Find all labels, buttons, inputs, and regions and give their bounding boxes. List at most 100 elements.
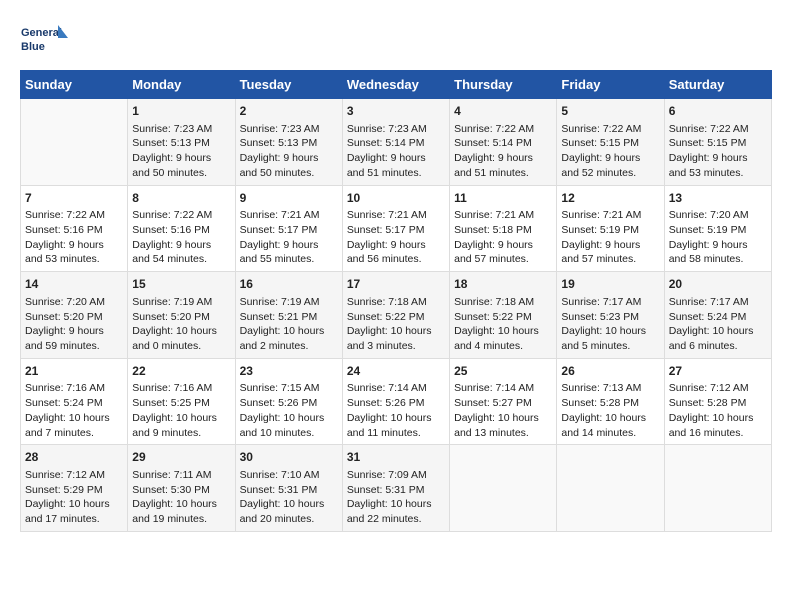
cell-content: Sunrise: 7:21 AM Sunset: 5:17 PM Dayligh… [240, 208, 338, 267]
day-number: 16 [240, 276, 338, 293]
cell-content: Sunrise: 7:19 AM Sunset: 5:21 PM Dayligh… [240, 295, 338, 354]
calendar-cell: 1 Sunrise: 7:23 AM Sunset: 5:13 PM Daylig… [128, 99, 235, 186]
calendar-cell: 28 Sunrise: 7:12 AM Sunset: 5:29 PM Dayli… [21, 445, 128, 532]
calendar-table: SundayMondayTuesdayWednesdayThursdayFrid… [20, 70, 772, 532]
cell-content: Sunrise: 7:23 AM Sunset: 5:13 PM Dayligh… [132, 122, 230, 181]
svg-text:Blue: Blue [21, 41, 45, 53]
header-thursday: Thursday [450, 71, 557, 99]
header-saturday: Saturday [664, 71, 771, 99]
calendar-cell: 29 Sunrise: 7:11 AM Sunset: 5:30 PM Dayli… [128, 445, 235, 532]
day-number: 12 [561, 190, 659, 207]
logo-svg: General Blue [20, 20, 70, 60]
day-number: 8 [132, 190, 230, 207]
day-number: 15 [132, 276, 230, 293]
calendar-cell: 20 Sunrise: 7:17 AM Sunset: 5:24 PM Dayli… [664, 272, 771, 359]
calendar-week-4: 21Sunrise: 7:16 AM Sunset: 5:24 PM Dayli… [21, 358, 772, 445]
day-number: 24 [347, 363, 445, 380]
day-number: 4 [454, 103, 552, 120]
cell-content: Sunrise: 7:20 AM Sunset: 5:19 PM Dayligh… [669, 208, 767, 267]
calendar-cell: 4 Sunrise: 7:22 AM Sunset: 5:14 PM Daylig… [450, 99, 557, 186]
calendar-header-row: SundayMondayTuesdayWednesdayThursdayFrid… [21, 71, 772, 99]
calendar-week-5: 28 Sunrise: 7:12 AM Sunset: 5:29 PM Dayli… [21, 445, 772, 532]
day-number: 11 [454, 190, 552, 207]
calendar-cell: 21Sunrise: 7:16 AM Sunset: 5:24 PM Dayli… [21, 358, 128, 445]
cell-content: Sunrise: 7:12 AM Sunset: 5:28 PM Dayligh… [669, 381, 767, 440]
cell-content: Sunrise: 7:17 AM Sunset: 5:23 PM Dayligh… [561, 295, 659, 354]
cell-content: Sunrise: 7:22 AM Sunset: 5:14 PM Dayligh… [454, 122, 552, 181]
calendar-cell [450, 445, 557, 532]
calendar-cell: 14Sunrise: 7:20 AM Sunset: 5:20 PM Dayli… [21, 272, 128, 359]
calendar-cell: 23Sunrise: 7:15 AM Sunset: 5:26 PM Dayli… [235, 358, 342, 445]
cell-content: Sunrise: 7:23 AM Sunset: 5:13 PM Dayligh… [240, 122, 338, 181]
day-number: 14 [25, 276, 123, 293]
day-number: 10 [347, 190, 445, 207]
day-number: 7 [25, 190, 123, 207]
calendar-cell: 8Sunrise: 7:22 AM Sunset: 5:16 PM Daylig… [128, 185, 235, 272]
day-number: 21 [25, 363, 123, 380]
calendar-cell: 19 Sunrise: 7:17 AM Sunset: 5:23 PM Dayli… [557, 272, 664, 359]
day-number: 6 [669, 103, 767, 120]
calendar-cell: 16 Sunrise: 7:19 AM Sunset: 5:21 PM Dayli… [235, 272, 342, 359]
header-tuesday: Tuesday [235, 71, 342, 99]
cell-content: Sunrise: 7:17 AM Sunset: 5:24 PM Dayligh… [669, 295, 767, 354]
calendar-week-1: 1 Sunrise: 7:23 AM Sunset: 5:13 PM Daylig… [21, 99, 772, 186]
calendar-cell: 25Sunrise: 7:14 AM Sunset: 5:27 PM Dayli… [450, 358, 557, 445]
cell-content: Sunrise: 7:22 AM Sunset: 5:15 PM Dayligh… [561, 122, 659, 181]
cell-content: Sunrise: 7:16 AM Sunset: 5:25 PM Dayligh… [132, 381, 230, 440]
calendar-cell: 13Sunrise: 7:20 AM Sunset: 5:19 PM Dayli… [664, 185, 771, 272]
cell-content: Sunrise: 7:21 AM Sunset: 5:19 PM Dayligh… [561, 208, 659, 267]
header-friday: Friday [557, 71, 664, 99]
calendar-week-2: 7Sunrise: 7:22 AM Sunset: 5:16 PM Daylig… [21, 185, 772, 272]
day-number: 25 [454, 363, 552, 380]
day-number: 9 [240, 190, 338, 207]
day-number: 19 [561, 276, 659, 293]
calendar-cell [664, 445, 771, 532]
cell-content: Sunrise: 7:10 AM Sunset: 5:31 PM Dayligh… [240, 468, 338, 527]
day-number: 28 [25, 449, 123, 466]
calendar-cell: 30 Sunrise: 7:10 AM Sunset: 5:31 PM Dayli… [235, 445, 342, 532]
cell-content: Sunrise: 7:14 AM Sunset: 5:26 PM Dayligh… [347, 381, 445, 440]
day-number: 27 [669, 363, 767, 380]
calendar-cell: 15 Sunrise: 7:19 AM Sunset: 5:20 PM Dayli… [128, 272, 235, 359]
calendar-cell: 11Sunrise: 7:21 AM Sunset: 5:18 PM Dayli… [450, 185, 557, 272]
svg-text:General: General [21, 27, 62, 39]
day-number: 30 [240, 449, 338, 466]
calendar-cell [21, 99, 128, 186]
calendar-cell: 2 Sunrise: 7:23 AM Sunset: 5:13 PM Daylig… [235, 99, 342, 186]
calendar-cell [557, 445, 664, 532]
cell-content: Sunrise: 7:22 AM Sunset: 5:16 PM Dayligh… [25, 208, 123, 267]
cell-content: Sunrise: 7:13 AM Sunset: 5:28 PM Dayligh… [561, 381, 659, 440]
calendar-cell: 17Sunrise: 7:18 AM Sunset: 5:22 PM Dayli… [342, 272, 449, 359]
cell-content: Sunrise: 7:18 AM Sunset: 5:22 PM Dayligh… [454, 295, 552, 354]
calendar-cell: 9Sunrise: 7:21 AM Sunset: 5:17 PM Daylig… [235, 185, 342, 272]
cell-content: Sunrise: 7:16 AM Sunset: 5:24 PM Dayligh… [25, 381, 123, 440]
cell-content: Sunrise: 7:21 AM Sunset: 5:17 PM Dayligh… [347, 208, 445, 267]
calendar-cell: 5 Sunrise: 7:22 AM Sunset: 5:15 PM Daylig… [557, 99, 664, 186]
calendar-cell: 27Sunrise: 7:12 AM Sunset: 5:28 PM Dayli… [664, 358, 771, 445]
header-wednesday: Wednesday [342, 71, 449, 99]
day-number: 1 [132, 103, 230, 120]
cell-content: Sunrise: 7:22 AM Sunset: 5:15 PM Dayligh… [669, 122, 767, 181]
calendar-cell: 12Sunrise: 7:21 AM Sunset: 5:19 PM Dayli… [557, 185, 664, 272]
cell-content: Sunrise: 7:15 AM Sunset: 5:26 PM Dayligh… [240, 381, 338, 440]
calendar-cell: 31Sunrise: 7:09 AM Sunset: 5:31 PM Dayli… [342, 445, 449, 532]
calendar-cell: 22Sunrise: 7:16 AM Sunset: 5:25 PM Dayli… [128, 358, 235, 445]
calendar-cell: 6 Sunrise: 7:22 AM Sunset: 5:15 PM Daylig… [664, 99, 771, 186]
cell-content: Sunrise: 7:19 AM Sunset: 5:20 PM Dayligh… [132, 295, 230, 354]
day-number: 2 [240, 103, 338, 120]
day-number: 31 [347, 449, 445, 466]
day-number: 29 [132, 449, 230, 466]
day-number: 22 [132, 363, 230, 380]
page-header: General Blue [20, 20, 772, 60]
cell-content: Sunrise: 7:12 AM Sunset: 5:29 PM Dayligh… [25, 468, 123, 527]
cell-content: Sunrise: 7:18 AM Sunset: 5:22 PM Dayligh… [347, 295, 445, 354]
day-number: 20 [669, 276, 767, 293]
calendar-cell: 18Sunrise: 7:18 AM Sunset: 5:22 PM Dayli… [450, 272, 557, 359]
calendar-cell: 7Sunrise: 7:22 AM Sunset: 5:16 PM Daylig… [21, 185, 128, 272]
day-number: 23 [240, 363, 338, 380]
calendar-cell: 24Sunrise: 7:14 AM Sunset: 5:26 PM Dayli… [342, 358, 449, 445]
calendar-week-3: 14Sunrise: 7:20 AM Sunset: 5:20 PM Dayli… [21, 272, 772, 359]
day-number: 5 [561, 103, 659, 120]
header-monday: Monday [128, 71, 235, 99]
cell-content: Sunrise: 7:11 AM Sunset: 5:30 PM Dayligh… [132, 468, 230, 527]
